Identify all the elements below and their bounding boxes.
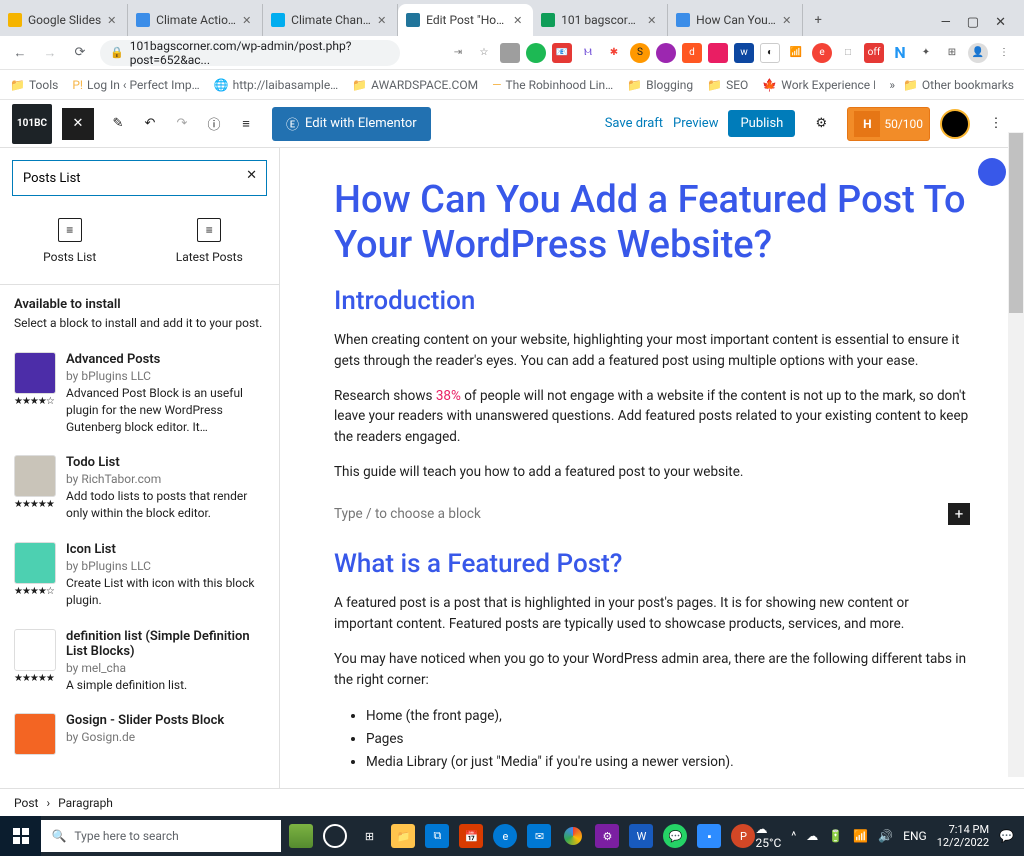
plugin-item[interactable]: ★★★★★ Todo Listby RichTabor.comAdd todo … xyxy=(0,445,279,532)
browser-tab-strip: Google Slides✕Climate Action - Go✕Climat… xyxy=(0,0,1024,36)
add-block-icon[interactable]: + xyxy=(948,503,970,525)
close-icon[interactable]: ✕ xyxy=(995,15,1006,30)
publish-button[interactable]: Publish xyxy=(728,110,795,137)
clear-search-icon[interactable]: ✕ xyxy=(246,168,257,183)
settings-gear-icon[interactable]: ⚙ xyxy=(805,108,837,140)
browser-tab[interactable]: How Can You Add✕ xyxy=(668,4,803,36)
address-bar: ← → ⟳ 🔒101bagscorner.com/wp-admin/post.p… xyxy=(0,36,1024,70)
bookmarks-bar: 📁Tools P!Log In ‹ Perfect Imp… 🌐http://lai… xyxy=(0,70,1024,100)
page-scrollbar[interactable] xyxy=(1008,132,1024,777)
taskbar-search[interactable]: 🔍 Type here to search xyxy=(41,820,281,852)
post-content: How Can You Add a Featured Post To Your … xyxy=(280,148,1024,788)
bookmark[interactable]: 🍁Work Experience Le… xyxy=(762,78,875,92)
post-title[interactable]: How Can You Add a Featured Post To Your … xyxy=(334,178,970,268)
redo-button[interactable]: ↷ xyxy=(166,108,198,140)
close-tab-icon[interactable]: ✕ xyxy=(782,14,794,26)
install-subtext: Select a block to install and add it to … xyxy=(0,316,279,342)
save-draft-link[interactable]: Save draft xyxy=(605,116,663,131)
paragraph[interactable]: When creating content on your website, h… xyxy=(334,330,970,372)
plugin-item[interactable]: ★★★★☆ Icon Listby bPlugins LLCCreate Lis… xyxy=(0,532,279,619)
elementor-button[interactable]: ⒺEdit with Elementor xyxy=(272,107,431,141)
close-tab-icon[interactable]: ✕ xyxy=(107,14,119,26)
plugin-item[interactable]: ★★★★★ definition list (Simple Definition… xyxy=(0,619,279,704)
extensions: ⇥☆ 📧 Ⲙ ✱ S d w ◐ 📶 e □ off N ✦ ⊞ 👤 ⋮ xyxy=(410,43,1014,63)
reload-button[interactable]: ⟳ xyxy=(70,43,90,63)
close-editor-button[interactable]: ✕ xyxy=(62,108,94,140)
bookmark[interactable]: 📁Tools xyxy=(10,78,58,92)
browser-tab[interactable]: Google Slides✕ xyxy=(0,4,128,36)
bookmark[interactable]: —The Robinhood Lin… xyxy=(492,78,613,92)
semrush-icon[interactable] xyxy=(940,109,970,139)
block-result[interactable]: ≡Latest Posts xyxy=(164,218,254,264)
close-tab-icon[interactable]: ✕ xyxy=(377,14,389,26)
paragraph[interactable]: You may have noticed when you go to your… xyxy=(334,649,970,691)
monsterinsights-icon[interactable] xyxy=(978,158,1006,186)
bookmark[interactable]: 📁AWARDSPACE.COM xyxy=(352,78,478,92)
paragraph[interactable]: This guide will teach you how to add a f… xyxy=(334,462,970,483)
block-inserter-panel: ✕ ≡Posts List ≡Latest Posts Available to … xyxy=(0,148,280,788)
undo-button[interactable]: ↶ xyxy=(134,108,166,140)
windows-taskbar: 🔍 Type here to search ⊞ 📁 ⧉ 📅 e ✉ ⚙ W 💬 … xyxy=(0,816,1024,856)
lock-icon: 🔒 xyxy=(110,46,124,59)
bullet-list[interactable]: Home (the front page), Pages Media Libra… xyxy=(334,705,970,774)
list-item[interactable]: Pages xyxy=(366,728,970,751)
crumb[interactable]: Paragraph xyxy=(58,796,113,810)
bookmark[interactable]: 📁SEO xyxy=(707,78,748,92)
edit-tool-icon[interactable]: ✎ xyxy=(102,108,134,140)
back-button[interactable]: ← xyxy=(10,43,30,63)
h-icon: H xyxy=(854,111,880,137)
available-to-install-heading: Available to install xyxy=(0,284,279,316)
close-tab-icon[interactable]: ✕ xyxy=(647,14,659,26)
new-tab-button[interactable]: + xyxy=(803,4,833,36)
site-logo[interactable]: 101BC xyxy=(12,104,52,144)
browser-tab[interactable]: 101 bagscorner - G✕ xyxy=(533,4,668,36)
browser-tab[interactable]: Edit Post "How Can✕ xyxy=(398,4,533,36)
outline-icon[interactable]: ≡ xyxy=(230,108,262,140)
details-icon[interactable]: ⓘ xyxy=(198,108,230,140)
block-search-input[interactable] xyxy=(12,160,267,196)
heading-what-is[interactable]: What is a Featured Post? xyxy=(334,549,970,579)
list-item[interactable]: Home (the front page), xyxy=(366,705,970,728)
list-item[interactable]: Media Library (or just "Media" if you're… xyxy=(366,751,970,774)
plugin-item[interactable]: ★★★★☆ Advanced Postsby bPlugins LLCAdvan… xyxy=(0,342,279,445)
editor-body: ✕ ≡Posts List ≡Latest Posts Available to … xyxy=(0,148,1024,788)
heading-introduction[interactable]: Introduction xyxy=(334,286,970,316)
maximize-icon[interactable]: ▢ xyxy=(967,15,979,30)
block-appender[interactable]: Type / to choose a block + xyxy=(334,497,970,531)
seo-score-badge[interactable]: H50/100 xyxy=(847,107,930,141)
browser-tab[interactable]: Climate Action - Go✕ xyxy=(128,4,263,36)
start-button[interactable] xyxy=(0,816,41,856)
browser-tab[interactable]: Climate Change - U✕ xyxy=(263,4,398,36)
paragraph[interactable]: Research shows 38% of people will not en… xyxy=(334,386,970,449)
minimize-icon[interactable]: — xyxy=(941,15,951,30)
editor-toolbar: 101BC ✕ ✎ ↶ ↷ ⓘ ≡ ⒺEdit with Elementor S… xyxy=(0,100,1024,148)
close-tab-icon[interactable]: ✕ xyxy=(242,14,254,26)
block-result[interactable]: ≡Posts List xyxy=(25,218,115,264)
bookmark[interactable]: P!Log In ‹ Perfect Imp… xyxy=(72,78,199,92)
paragraph[interactable]: A featured post is a post that is highli… xyxy=(334,593,970,635)
url-input[interactable]: 🔒101bagscorner.com/wp-admin/post.php?pos… xyxy=(100,40,400,66)
forward-button[interactable]: → xyxy=(40,43,60,63)
block-breadcrumb: Post › Paragraph xyxy=(0,788,1024,816)
stat-link[interactable]: 38% xyxy=(436,388,461,404)
bookmark[interactable]: 🌐http://laibasample… xyxy=(214,78,339,92)
elementor-icon: Ⓔ xyxy=(286,114,299,133)
crumb[interactable]: Post xyxy=(14,796,38,810)
preview-link[interactable]: Preview xyxy=(673,116,718,131)
close-tab-icon[interactable]: ✕ xyxy=(513,14,525,26)
bookmark[interactable]: 📁Blogging xyxy=(627,78,693,92)
plugin-item[interactable]: Gosign - Slider Posts Blockby Gosign.de xyxy=(0,703,279,769)
window-controls: — ▢ ✕ xyxy=(923,15,1024,36)
